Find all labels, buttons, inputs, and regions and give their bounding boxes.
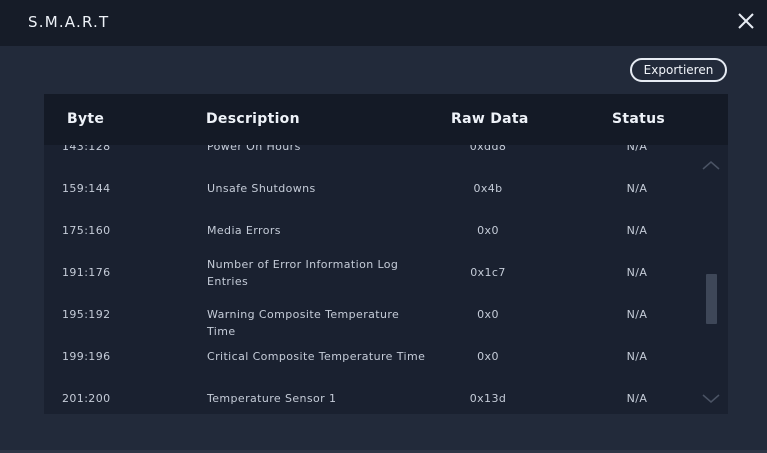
column-header-description: Description: [206, 111, 300, 127]
table-header: Byte Description Raw Data Status: [44, 94, 728, 145]
scrollbar-thumb[interactable]: [706, 274, 717, 324]
cell-raw-data: 0x0: [477, 224, 499, 237]
cell-status: N/A: [626, 182, 648, 195]
chevron-down-icon: [702, 394, 720, 403]
cell-byte: 191:176: [62, 266, 111, 279]
cell-byte: 195:192: [62, 308, 111, 321]
cell-status: N/A: [626, 266, 648, 279]
table-row: 175:160 Media Errors 0x0 N/A: [44, 213, 704, 255]
cell-raw-data: 0x0: [477, 308, 499, 321]
cell-byte: 199:196: [62, 350, 111, 363]
cell-raw-data: 0x4b: [473, 182, 503, 195]
cell-description: Temperature Sensor 1: [207, 392, 337, 405]
cell-status: N/A: [626, 145, 648, 153]
cell-description: Warning Composite Temperature Time: [207, 308, 400, 338]
cell-raw-data: 0x13d: [469, 392, 507, 405]
cell-raw-data: 0x0: [477, 350, 499, 363]
scroll-up-button[interactable]: [702, 156, 720, 170]
close-icon: [738, 13, 754, 29]
table-row: 199:196 Critical Composite Temperature T…: [44, 339, 704, 381]
export-button[interactable]: Exportieren: [630, 58, 727, 82]
table-row: 201:200 Temperature Sensor 1 0x13d N/A: [44, 381, 704, 414]
cell-description: Number of Error Information Log Entries: [207, 258, 399, 288]
cell-description: Unsafe Shutdowns: [207, 182, 316, 195]
title-bar: S.M.A.R.T: [0, 0, 767, 46]
cell-description: Critical Composite Temperature Time: [207, 350, 426, 363]
dialog-title: S.M.A.R.T: [28, 13, 110, 31]
column-header-raw-data: Raw Data: [451, 111, 529, 127]
cell-raw-data: 0xdd8: [469, 145, 507, 153]
table-row: 191:176 Number of Error Information Log …: [44, 255, 704, 297]
cell-status: N/A: [626, 224, 648, 237]
smart-dialog: S.M.A.R.T Exportieren Byte Description R…: [0, 0, 767, 453]
close-button[interactable]: [735, 10, 757, 32]
smart-table: Byte Description Raw Data Status 143:128…: [44, 94, 728, 414]
scroll-down-button[interactable]: [702, 390, 720, 403]
cell-byte: 201:200: [62, 392, 111, 405]
cell-byte: 175:160: [62, 224, 111, 237]
table-row: 195:192 Warning Composite Temperature Ti…: [44, 297, 704, 339]
column-header-byte: Byte: [67, 111, 105, 127]
chevron-up-icon: [702, 161, 720, 170]
cell-description: Media Errors: [207, 224, 281, 237]
cell-status: N/A: [626, 350, 648, 363]
cell-byte: 143:128: [62, 145, 111, 153]
cell-description: Power On Hours: [207, 145, 301, 153]
cell-status: N/A: [626, 392, 648, 405]
table-row: 143:128 Power On Hours 0xdd8 N/A: [44, 145, 704, 171]
table-body[interactable]: 143:128 Power On Hours 0xdd8 N/A 159:144…: [44, 145, 704, 414]
cell-status: N/A: [626, 308, 648, 321]
cell-raw-data: 0x1c7: [470, 266, 506, 279]
cell-byte: 159:144: [62, 182, 111, 195]
column-header-status: Status: [612, 111, 666, 127]
table-row: 159:144 Unsafe Shutdowns 0x4b N/A: [44, 171, 704, 213]
